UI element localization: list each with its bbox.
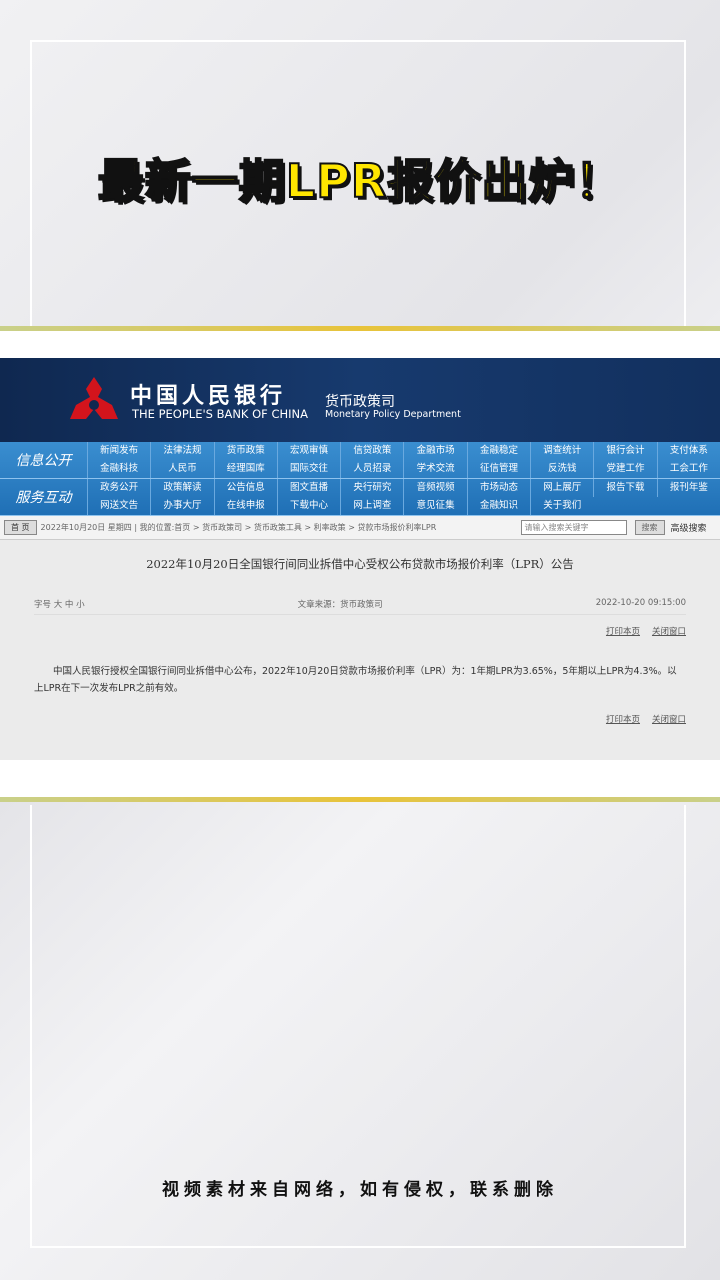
nav-item[interactable]: 支付体系 [656,442,720,460]
nav-item[interactable]: 办事大厅 [150,497,213,515]
nav-item[interactable]: 国际交往 [276,460,340,478]
nav-item[interactable]: 公告信息 [213,479,277,497]
nav-item[interactable]: 反洗钱 [530,460,593,478]
nav-item[interactable]: 金融知识 [466,497,530,515]
nav-item[interactable]: 在线申报 [213,497,277,515]
nav-item[interactable]: 政务公开 [87,479,150,497]
nav-item[interactable]: 经理国库 [213,460,277,478]
nav-item[interactable]: 信贷政策 [340,442,403,460]
nav-item[interactable]: 政策解读 [150,479,213,497]
main-nav: 信息公开 新闻发布 法律法规 货币政策 宏观审慎 信贷政策 金融市场 金融稳定 调查统计 银行会… [0,442,720,516]
search-button[interactable]: 搜索 [634,520,665,535]
nav-item[interactable]: 网送文告 [87,497,150,515]
nav-item[interactable]: 金融市场 [403,442,466,460]
site-name-cn: 中国人民银行 [130,383,287,409]
nav-item[interactable]: 关于我们 [530,497,593,515]
print-link[interactable]: 打印本页 [606,627,640,637]
nav-item[interactable]: 网上调查 [340,497,403,515]
nav-item[interactable]: 金融稳定 [466,442,530,460]
nav-item[interactable]: 下载中心 [276,497,340,515]
nav-item[interactable]: 新闻发布 [87,442,150,460]
webpage-screenshot: 中国人民银行 THE PEOPLE'S BANK OF CHINA 货币政策司 … [0,358,720,760]
nav-item[interactable]: 调查统计 [530,442,593,460]
headline: 最新一期LPR报价出炉！ [97,153,623,209]
search-input[interactable]: 请输入搜索关键字 [520,520,627,535]
nav-item[interactable]: 人员招录 [340,460,403,478]
nav-item[interactable]: 法律法规 [150,442,213,460]
nav-section-label[interactable]: 信息公开 [0,442,87,478]
article-meta: 字号 大 中 小 文章来源：货币政策司 2022-10-20 09:15:00 [34,598,686,615]
nav-section-label[interactable]: 服务互动 [0,479,87,515]
dept-name-en: Monetary Policy Department [325,409,461,420]
advanced-search-link[interactable]: 高级搜索 [671,521,707,534]
article-source: 文章来源：货币政策司 [297,600,383,610]
nav-item[interactable]: 报告下载 [593,479,656,497]
nav-item[interactable]: 金融科技 [87,460,150,478]
breadcrumb-bar: 首 页 2022年10月20日 星期四 | 我的位置:首页 > 货币政策司 > … [0,516,720,540]
nav-item[interactable]: 图文直播 [276,479,340,497]
nav-item[interactable]: 学术交流 [403,460,466,478]
white-band [0,331,720,358]
breadcrumb: 2022年10月20日 星期四 | 我的位置:首页 > 货币政策司 > 货币政策… [40,523,437,532]
dept-name-cn: 货币政策司 [325,394,395,410]
pboc-logo-icon [70,377,118,419]
article-title: 2022年10月20日全国银行间同业拆借中心受权公布贷款市场报价利率（LPR）公… [146,557,574,571]
nav-item[interactable]: 人民币 [150,460,213,478]
font-size-options[interactable]: 字号 大 中 小 [34,598,85,610]
article-links: 打印本页 关闭窗口 [34,625,686,637]
site-name-en: THE PEOPLE'S BANK OF CHINA [132,407,308,421]
divider-bottom [0,797,720,802]
nav-grid: 新闻发布 法律法规 货币政策 宏观审慎 信贷政策 金融市场 金融稳定 调查统计 银行会计 支付体系… [87,442,720,478]
article-date: 2022-10-20 09:15:00 [595,598,686,608]
nav-item[interactable]: 央行研究 [340,479,403,497]
nav-section: 服务互动 政务公开 政策解读 公告信息 图文直播 央行研究 音频视频 市场动态 网上展厅 报告下… [0,479,720,516]
nav-item[interactable]: 意见征集 [403,497,466,515]
white-band [0,760,720,797]
nav-item[interactable]: 市场动态 [466,479,530,497]
nav-item[interactable]: 网上展厅 [530,479,593,497]
nav-item[interactable]: 货币政策 [213,442,277,460]
disclaimer: 视频素材来自网络，如有侵权，联系删除 [162,1180,558,1200]
article-links-bottom: 打印本页 关闭窗口 [34,713,686,725]
article-body: 中国人民银行授权全国银行间同业拆借中心公布，2022年10月20日贷款市场报价利… [34,666,677,694]
home-button[interactable]: 首 页 [4,520,37,535]
nav-section: 信息公开 新闻发布 法律法规 货币政策 宏观审慎 信贷政策 金融市场 金融稳定 调查统计 银行会… [0,442,720,479]
nav-item[interactable]: 宏观审慎 [276,442,340,460]
nav-item[interactable]: 银行会计 [593,442,656,460]
nav-item[interactable]: 报刊年鉴 [656,479,720,497]
nav-item[interactable]: 党建工作 [593,460,656,478]
nav-item[interactable]: 征信管理 [466,460,530,478]
nav-item[interactable]: 音频视频 [403,479,466,497]
print-link[interactable]: 打印本页 [606,715,640,725]
close-window-link[interactable]: 关闭窗口 [652,715,686,725]
close-window-link[interactable]: 关闭窗口 [652,627,686,637]
site-banner: 中国人民银行 THE PEOPLE'S BANK OF CHINA 货币政策司 … [0,358,720,442]
nav-item[interactable]: 工会工作 [656,460,720,478]
nav-grid: 政务公开 政策解读 公告信息 图文直播 央行研究 音频视频 市场动态 网上展厅 报告下载 报刊年鉴… [87,479,720,515]
